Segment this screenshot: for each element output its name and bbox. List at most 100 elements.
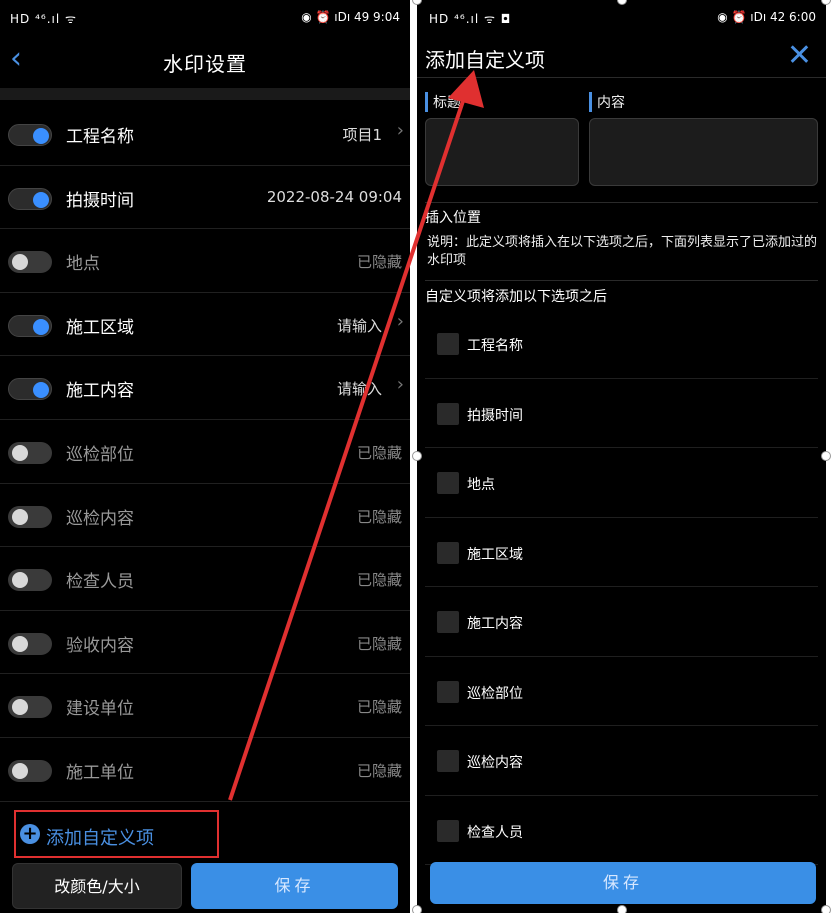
item-value: 已隐藏 <box>356 507 402 526</box>
toggle-knob <box>12 762 28 779</box>
item-value: 已隐藏 <box>356 571 402 590</box>
toggle-switch[interactable] <box>8 124 52 146</box>
add-custom-item-screen: HD ⁴⁶.ıl ᯤ ◘ ◉ ⏰ ıDı 42 6:00 添加自定义项 ✕ 标题… <box>417 0 826 913</box>
watermark-item-row[interactable]: 建设单位 已隐藏 <box>0 674 410 738</box>
selection-handle <box>821 905 831 913</box>
option-label: 检查人员 <box>467 824 523 841</box>
item-label: 施工单位 <box>66 762 134 783</box>
watermark-item-row[interactable]: 巡检内容 已隐藏 <box>0 484 410 548</box>
screenshot-canvas: HD ⁴⁶.ıl ᯤ ◉ ⏰ ıDı 49 9:04 ‹ 水印设置 工程名称 项目… <box>0 0 831 913</box>
change-color-size-button[interactable]: 改颜色/大小 <box>12 863 182 909</box>
status-bar: HD ⁴⁶.ıl ᯤ ◉ ⏰ ıDı 49 9:04 <box>0 0 410 38</box>
item-label: 建设单位 <box>66 699 134 720</box>
toggle-knob <box>33 318 49 335</box>
divider <box>425 202 818 203</box>
watermark-item-row[interactable]: 地点 已隐藏 <box>0 229 410 293</box>
watermark-item-row[interactable]: 施工单位 已隐藏 <box>0 738 410 802</box>
save-button[interactable]: 保存 <box>191 863 398 909</box>
watermark-item-row[interactable]: 施工内容 请输入 › <box>0 356 410 420</box>
item-label: 验收内容 <box>66 635 134 656</box>
item-value: 已隐藏 <box>356 698 402 717</box>
option-item[interactable]: 巡检部位 <box>425 657 818 726</box>
chevron-right-icon: › <box>396 374 404 396</box>
option-item[interactable]: 地点 <box>425 448 818 518</box>
status-right: ◉ ⏰ ıDı 49 9:04 <box>301 10 400 24</box>
checkbox[interactable] <box>437 541 459 564</box>
toggle-knob <box>33 382 49 399</box>
item-label: 地点 <box>66 254 100 275</box>
chevron-right-icon: › <box>396 120 404 141</box>
save-button[interactable]: 保存 <box>430 862 816 904</box>
watermark-item-row[interactable]: 巡检部位 已隐藏 <box>0 420 410 484</box>
item-value: 已隐藏 <box>356 253 402 272</box>
toggle-knob <box>33 128 49 144</box>
toggle-switch[interactable] <box>8 505 52 528</box>
checkbox[interactable] <box>437 680 459 703</box>
toggle-switch[interactable] <box>8 187 52 210</box>
status-right: ◉ ⏰ ıDı 42 6:00 <box>717 10 816 24</box>
item-value: 已隐藏 <box>356 761 402 780</box>
toggle-switch[interactable] <box>8 632 52 655</box>
option-item[interactable]: 施工区域 <box>425 518 818 587</box>
toggle-switch[interactable] <box>8 759 52 782</box>
toggle-switch[interactable] <box>8 696 52 719</box>
after-options-title: 自定义项将添加以下选项之后 <box>425 289 607 305</box>
item-label: 施工区域 <box>66 317 134 338</box>
toggle-knob <box>12 699 28 716</box>
toggle-knob <box>12 508 28 525</box>
option-item[interactable]: 检查人员 <box>425 796 818 865</box>
content-input[interactable] <box>589 118 818 186</box>
watermark-item-row[interactable]: 施工区域 请输入 › <box>0 293 410 357</box>
checkbox[interactable] <box>437 750 459 772</box>
option-item[interactable]: 工程名称 <box>425 309 818 379</box>
toggle-knob <box>12 254 28 271</box>
watermark-item-row[interactable]: 拍摄时间 2022-08-24 09:04 <box>0 166 410 230</box>
checkbox[interactable] <box>437 402 459 425</box>
add-custom-label: 添加自定义项 <box>46 828 154 849</box>
toggle-switch[interactable] <box>8 569 52 592</box>
page-title: 水印设置 <box>163 52 247 76</box>
insert-description: 说明：此定义项将插入在以下选项之后，下面列表显示了已添加过的水印项 <box>427 235 818 268</box>
title-input[interactable] <box>425 118 579 186</box>
toggle-switch[interactable] <box>8 251 52 274</box>
checkbox[interactable] <box>437 819 459 842</box>
status-left: HD ⁴⁶.ıl ᯤ <box>10 12 77 26</box>
watermark-item-row[interactable]: 工程名称 项目1 › <box>0 102 410 166</box>
toggle-knob <box>12 572 28 589</box>
insert-position-title: 插入位置 <box>425 210 481 226</box>
toggle-switch[interactable] <box>8 378 52 401</box>
option-item[interactable]: 巡检内容 <box>425 726 818 796</box>
add-custom-item-button[interactable]: + 添加自定义项 <box>14 810 219 858</box>
item-label: 检查人员 <box>66 572 134 593</box>
close-icon[interactable]: ✕ <box>787 38 812 73</box>
item-label: 拍摄时间 <box>66 190 134 211</box>
selection-handle <box>821 451 831 461</box>
option-label: 施工区域 <box>467 546 523 563</box>
selection-handle <box>412 451 422 461</box>
divider <box>425 280 818 281</box>
item-value: 请输入 <box>336 380 382 399</box>
nav-bar: ‹ 水印设置 <box>0 38 410 86</box>
toggle-knob <box>12 635 28 652</box>
item-label: 施工内容 <box>66 381 134 402</box>
selection-handle <box>412 905 422 913</box>
watermark-item-row[interactable]: 验收内容 已隐藏 <box>0 611 410 675</box>
toggle-switch[interactable] <box>8 314 52 337</box>
watermark-item-row[interactable]: 检查人员 已隐藏 <box>0 547 410 611</box>
option-label: 巡检内容 <box>467 755 523 771</box>
status-bar: HD ⁴⁶.ıl ᯤ ◘ ◉ ⏰ ıDı 42 6:00 <box>417 0 826 38</box>
option-label: 巡检部位 <box>467 685 523 702</box>
item-label: 巡检内容 <box>66 508 134 529</box>
checkbox[interactable] <box>437 333 459 355</box>
toggle-knob <box>33 191 49 208</box>
toggle-switch[interactable] <box>8 441 52 464</box>
option-item[interactable]: 施工内容 <box>425 587 818 657</box>
item-value: 已隐藏 <box>356 443 402 462</box>
option-item[interactable]: 拍摄时间 <box>425 379 818 448</box>
content-field-label: 内容 <box>589 92 625 112</box>
checkbox[interactable] <box>437 472 459 494</box>
dialog-header: 添加自定义项 ✕ <box>417 38 826 78</box>
checkbox[interactable] <box>437 611 459 633</box>
item-label: 巡检部位 <box>66 444 134 465</box>
toggle-knob <box>12 444 28 461</box>
